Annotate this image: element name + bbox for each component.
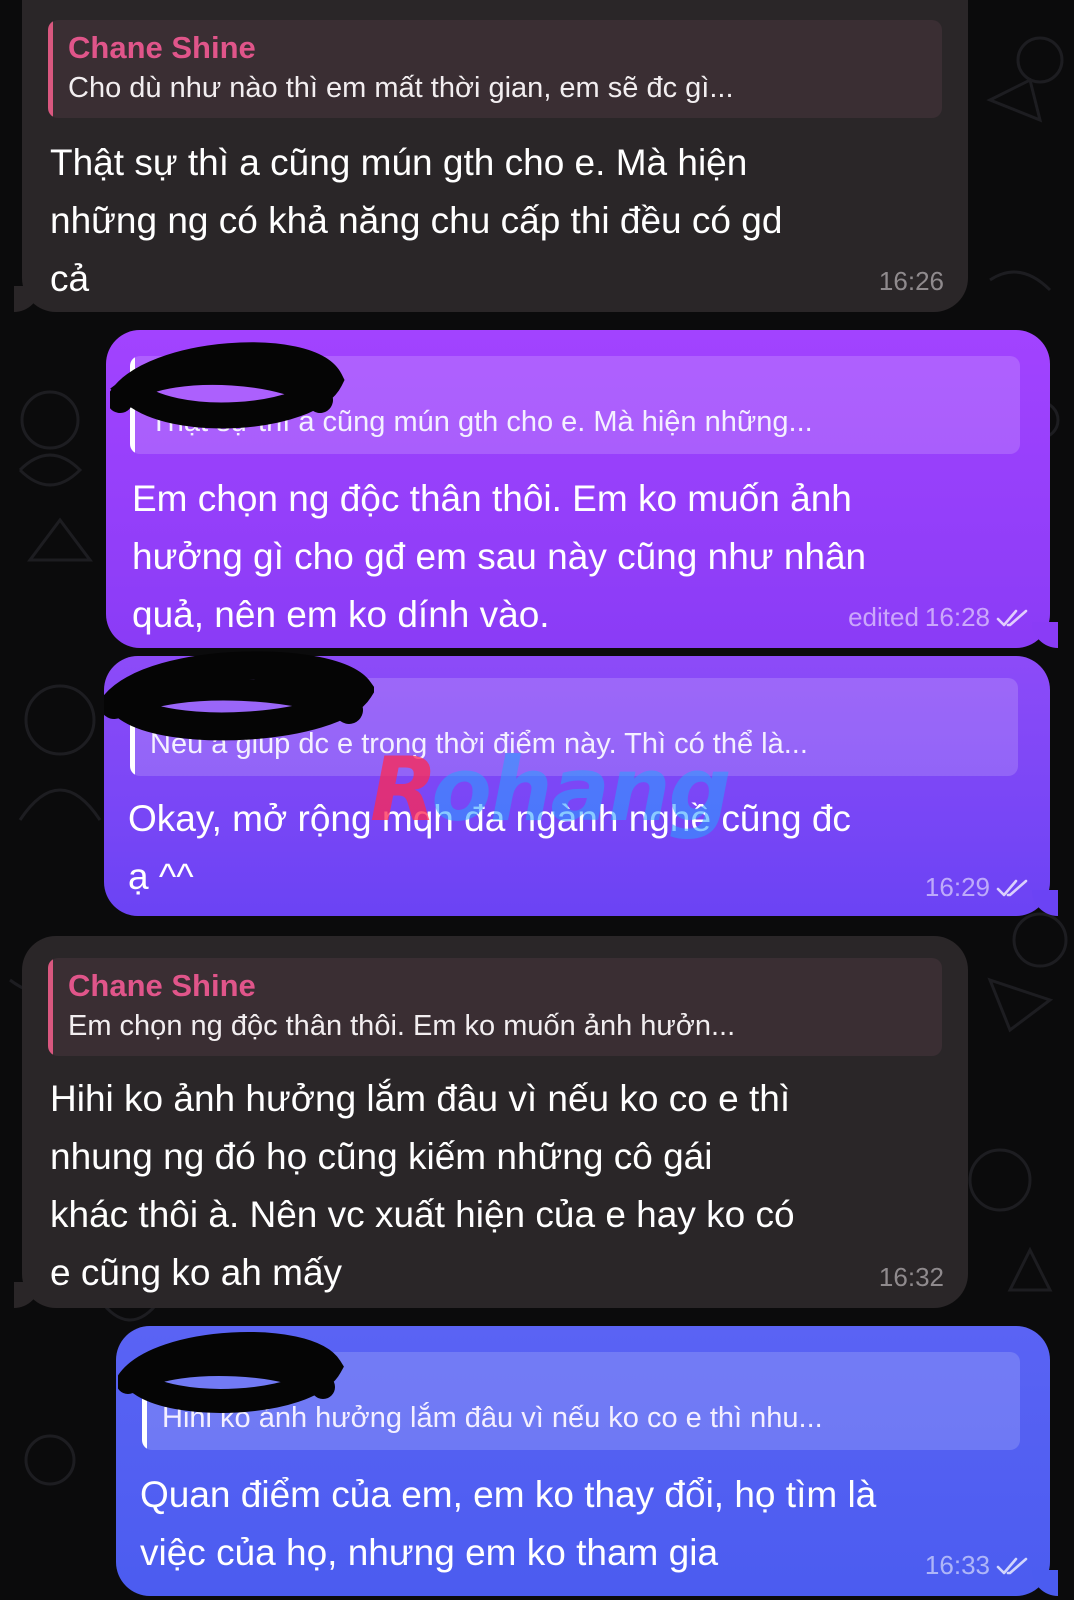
- message-line: e cũng ko ah mấy: [50, 1252, 343, 1293]
- message-line: hưởng gì cho gđ em sau này cũng như nhân: [132, 536, 867, 577]
- reply-preview[interactable]: Chane Shine Em chọn ng độc thân thôi. Em…: [48, 958, 942, 1056]
- double-check-icon: [996, 1557, 1028, 1574]
- redaction-scribble: [118, 1332, 344, 1413]
- message-line: ạ ^^: [128, 856, 194, 897]
- message-bubble-incoming[interactable]: Chane Shine Em chọn ng độc thân thôi. Em…: [14, 936, 968, 1308]
- message-line: những ng có khả năng chu cấp thi đều có …: [50, 200, 783, 241]
- message-time: 16:33: [924, 1550, 990, 1580]
- message-time: 16:29: [924, 872, 990, 902]
- message-line: quả, nên em ko dính vào.: [132, 594, 550, 635]
- message-line: Em chọn ng độc thân thôi. Em ko muốn ảnh: [132, 478, 852, 519]
- message-line: Quan điểm của em, em ko thay đổi, họ tìm…: [140, 1474, 877, 1515]
- redaction-scribble: [104, 651, 374, 741]
- message-text: Thật sự thì a cũng mún gth cho e. Mà hiệ…: [50, 134, 782, 308]
- message-bubble-incoming[interactable]: Chane Shine Cho dù như nào thì em mất th…: [14, 0, 968, 312]
- reply-sender-name: Chane Shine: [68, 968, 256, 1003]
- message-meta: 16:33: [925, 1550, 1030, 1581]
- redaction-scribble: [110, 342, 345, 429]
- message-meta: 16:29: [925, 872, 1030, 903]
- message-time: 16:26: [878, 266, 944, 296]
- double-check-icon: [996, 609, 1028, 626]
- message-time: 16:32: [878, 1262, 944, 1292]
- message-line: khác thôi à. Nên vc xuất hiện của e hay …: [50, 1194, 795, 1235]
- reply-quoted-text: Cho dù như nào thì em mất thời gian, em …: [68, 72, 734, 104]
- message-text: Hihi ko ảnh hưởng lắm đâu vì nếu ko co e…: [50, 1070, 795, 1302]
- edited-label: edited: [848, 602, 919, 632]
- message-meta: 16:26: [879, 266, 944, 297]
- message-meta: edited 16:28: [848, 602, 1030, 633]
- reply-preview[interactable]: Chane Shine Cho dù như nào thì em mất th…: [48, 20, 942, 118]
- message-time: 16:28: [924, 602, 990, 632]
- message-line: việc của họ, nhưng em ko tham gia: [140, 1532, 719, 1573]
- reply-quoted-text: Em chọn ng độc thân thôi. Em ko muốn ảnh…: [68, 1010, 736, 1042]
- double-check-icon: [996, 879, 1028, 896]
- watermark-logo: Rohang: [370, 738, 732, 841]
- message-text: Quan điểm của em, em ko thay đổi, họ tìm…: [140, 1466, 876, 1582]
- message-line: Thật sự thì a cũng mún gth cho e. Mà hiệ…: [50, 142, 748, 183]
- reply-sender-name: Chane Shine: [68, 30, 256, 65]
- message-line: Hihi ko ảnh hưởng lắm đâu vì nếu ko co e…: [50, 1078, 791, 1119]
- message-line: cả: [50, 258, 90, 299]
- message-text: Em chọn ng độc thân thôi. Em ko muốn ảnh…: [132, 470, 866, 644]
- message-meta: 16:32: [879, 1262, 944, 1293]
- message-line: nhung ng đó họ cũng kiếm những cô gái: [50, 1136, 713, 1177]
